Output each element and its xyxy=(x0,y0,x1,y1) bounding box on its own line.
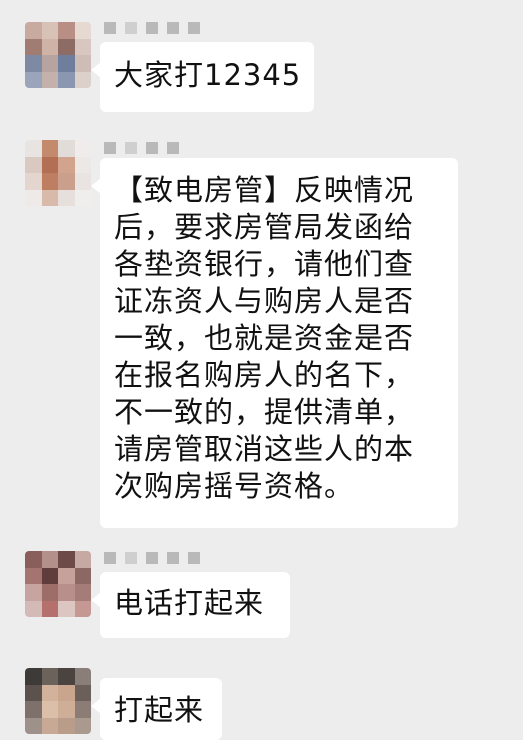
message-text: 大家打12345 xyxy=(114,58,302,92)
sender-name xyxy=(104,551,200,565)
message-text-line: 请房管取消这些人的本 xyxy=(114,432,415,466)
message-bubble[interactable]: 电话打起来 xyxy=(91,572,290,638)
avatar[interactable] xyxy=(25,140,91,206)
message-text-line: 各垫资银行，请他们查 xyxy=(114,247,415,281)
message-text-line: 后，要求房管局发函给 xyxy=(114,210,415,244)
message-text-line: 次购房摇号资格。 xyxy=(114,469,355,503)
avatar[interactable] xyxy=(25,22,91,88)
message-text-line: 一致，也就是资金是否 xyxy=(114,321,415,355)
message-text-line: 不一致的，提供清单， xyxy=(114,395,415,429)
avatar[interactable] xyxy=(25,551,91,617)
message-bubble[interactable]: 打起来 xyxy=(91,678,222,740)
message-text-line: 在报名购房人的名下， xyxy=(114,358,415,392)
message-text-line: 证冻资人与购房人是否 xyxy=(114,284,415,318)
avatar[interactable] xyxy=(25,668,91,734)
message-text: 打起来 xyxy=(114,693,205,727)
message-bubble[interactable]: 大家打12345 xyxy=(91,42,314,112)
message-text-line: 【致电房管】反映情况 xyxy=(114,173,415,207)
sender-name xyxy=(104,21,200,35)
message-bubble[interactable]: 【致电房管】反映情况 后，要求房管局发函给 各垫资银行，请他们查 证冻资人与购房… xyxy=(91,158,458,528)
message-text: 电话打起来 xyxy=(114,586,265,620)
sender-name xyxy=(104,141,179,155)
